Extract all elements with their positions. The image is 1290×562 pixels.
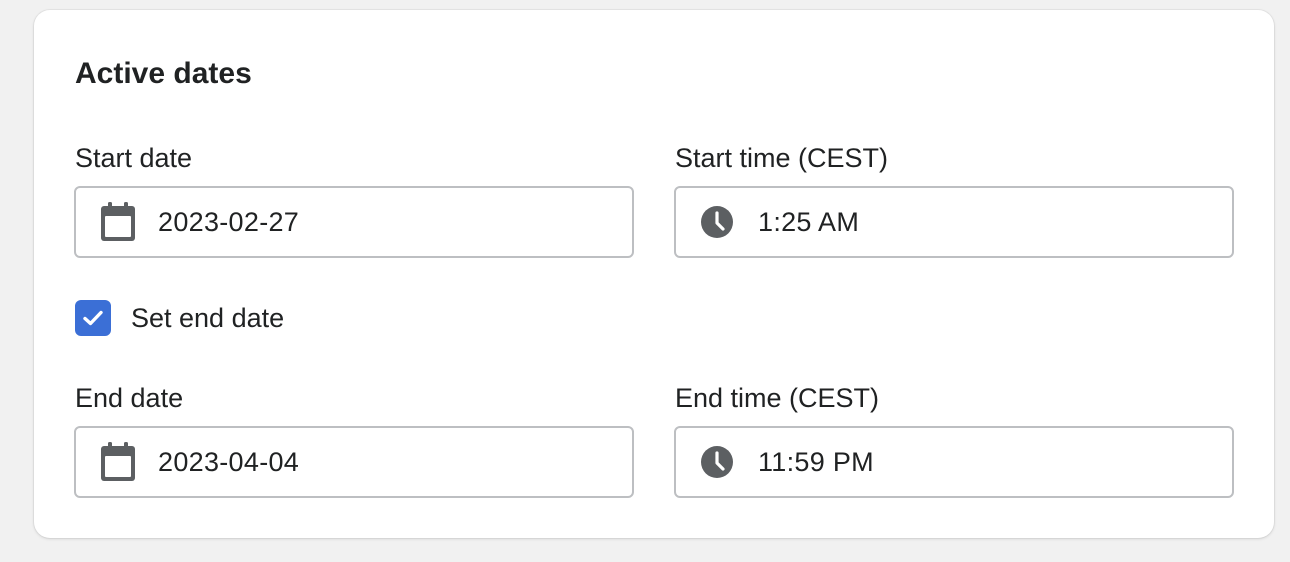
set-end-date-label: Set end date bbox=[131, 303, 285, 333]
start-date-label: Start date bbox=[75, 143, 193, 173]
end-date-value: 2023-04-04 bbox=[158, 447, 300, 477]
calendar-icon bbox=[100, 202, 136, 242]
start-time-field[interactable]: 1:25 AM bbox=[674, 186, 1234, 258]
start-time-value: 1:25 AM bbox=[758, 207, 860, 237]
set-end-date-checkbox-row[interactable]: Set end date bbox=[75, 300, 284, 336]
end-date-field[interactable]: 2023-04-04 bbox=[74, 426, 634, 498]
start-date-value: 2023-02-27 bbox=[158, 207, 300, 237]
end-time-label: End time (CEST) bbox=[675, 383, 880, 413]
end-time-field[interactable]: 11:59 PM bbox=[674, 426, 1234, 498]
start-time-label: Start time (CEST) bbox=[675, 143, 889, 173]
clock-icon bbox=[700, 205, 734, 239]
end-date-label: End date bbox=[75, 383, 184, 413]
end-time-value: 11:59 PM bbox=[758, 447, 874, 477]
card-title: Active dates bbox=[75, 57, 252, 90]
calendar-icon bbox=[100, 442, 136, 482]
start-date-field[interactable]: 2023-02-27 bbox=[74, 186, 634, 258]
checkmark-icon bbox=[83, 310, 103, 326]
set-end-date-checkbox[interactable] bbox=[75, 300, 111, 336]
active-dates-card: Active dates Start date 2023-02-27 Start… bbox=[34, 10, 1274, 538]
clock-icon bbox=[700, 445, 734, 479]
